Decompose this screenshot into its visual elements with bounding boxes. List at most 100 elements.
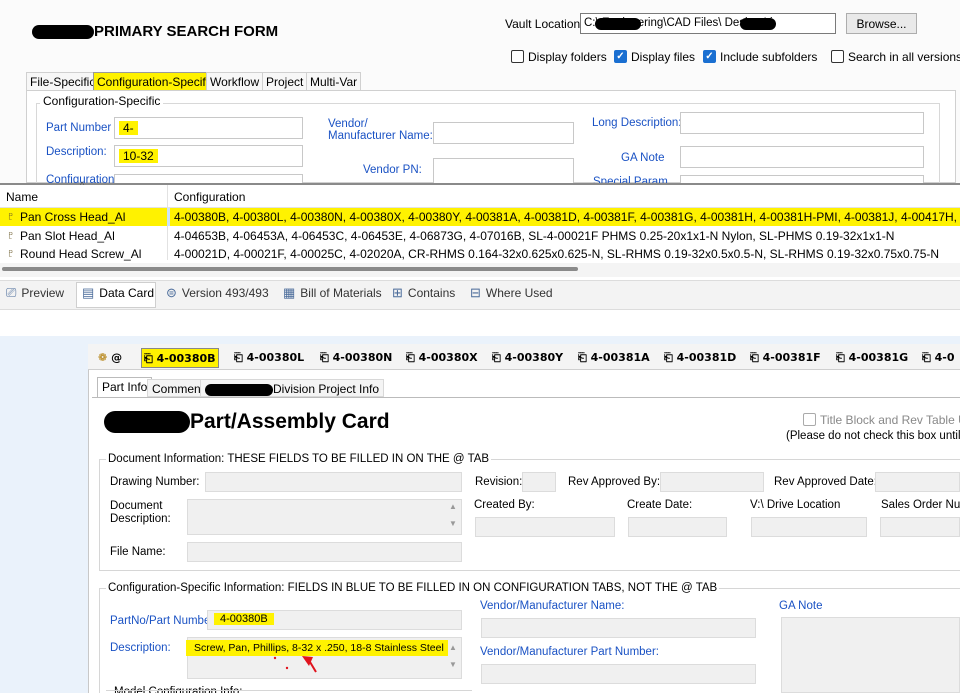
table-row[interactable]: ♇ Pan Slot Head_Al 4-04653B, 4-06453A, 4…: [0, 227, 960, 245]
config-icon: ⎗: [144, 352, 153, 365]
tab-config[interactable]: ⎗ 4-00380L: [232, 348, 306, 368]
card-title: Part/Assembly Card: [104, 410, 390, 434]
create-date-field[interactable]: [628, 517, 727, 537]
tab-label: 4-00381G: [848, 351, 909, 364]
tab-config[interactable]: ⎗ 4-00381D: [662, 348, 738, 368]
configuration-input[interactable]: [114, 174, 303, 183]
partno-label: PartNo/Part Number: [110, 615, 215, 627]
description-input[interactable]: 10-32: [114, 145, 303, 167]
card-ga-note-field[interactable]: [781, 617, 960, 693]
tab-division-project-info[interactable]: Division Project Info: [200, 379, 385, 397]
tab-config-active[interactable]: ⎗ 4-00380B: [141, 348, 219, 368]
tab-config[interactable]: ⎗ 4-00381F: [748, 348, 823, 368]
scroll-up-icon[interactable]: ▲: [449, 643, 457, 652]
tab-project[interactable]: Project: [262, 72, 308, 91]
vendor-label-line1: Vendor/: [328, 118, 368, 130]
tab-version[interactable]: ⊜ Version 493/493: [166, 285, 269, 305]
drawing-number-field[interactable]: [205, 472, 462, 492]
long-description-label: Long Description:: [592, 117, 682, 129]
long-description-input[interactable]: [680, 112, 924, 134]
tab-config-at[interactable]: ❁ @: [96, 348, 124, 368]
vendor-part-field[interactable]: [481, 664, 756, 684]
tab-contains[interactable]: ⊞ Contains: [392, 285, 455, 305]
search-all-versions-checkbox[interactable]: [831, 50, 844, 63]
tab-config[interactable]: ⎗ 4-00380Y: [490, 348, 565, 368]
vendor-pn-label: Vendor PN:: [363, 164, 422, 176]
drive-location-label: V:\ Drive Location: [750, 499, 841, 511]
sort-arrow-icon: ^: [80, 180, 85, 190]
tab-label: Contains: [407, 286, 456, 300]
config-icon: ⎗: [492, 351, 501, 364]
vendor-part-label: Vendor/Manufacturer Part Number:: [480, 646, 659, 658]
tab-data-card[interactable]: ▤ Data Card: [82, 285, 154, 305]
tab-where-used[interactable]: ⊟ Where Used: [470, 285, 553, 305]
description-label: Description:: [46, 146, 107, 158]
part-number-value: 4-: [119, 121, 138, 135]
tab-config[interactable]: ⎗ 4-00380N: [318, 348, 394, 368]
tab-label: Bill of Materials: [300, 286, 382, 300]
rev-approved-date-field[interactable]: [875, 472, 960, 492]
tab-label: Data Card: [99, 286, 154, 300]
special-input[interactable]: [680, 175, 924, 183]
vendor-name-input[interactable]: [433, 122, 574, 144]
tab-label: 4-00381A: [590, 351, 650, 364]
card-description-label: Description:: [110, 642, 171, 654]
ga-note-input[interactable]: [680, 146, 924, 168]
scrollbar-thumb[interactable]: [2, 267, 578, 271]
scroll-up-icon[interactable]: ▲: [449, 502, 457, 511]
tab-file-specific[interactable]: File-Specific: [26, 72, 100, 91]
partno-field[interactable]: 4-00380B: [207, 610, 462, 630]
table-row[interactable]: ♇ Round Head Screw_Al 4-00021D, 4-00021F…: [0, 245, 960, 261]
scroll-down-icon[interactable]: ▼: [449, 519, 457, 528]
card-ga-note-label: GA Note: [779, 600, 823, 612]
tab-part-info[interactable]: Part Info: [97, 377, 153, 397]
tab-config[interactable]: ⎗ 4-00381A: [576, 348, 652, 368]
at-config-icon: ❁: [98, 351, 108, 364]
redacted-block: [32, 25, 94, 40]
tab-configuration-specific[interactable]: Configuration-Specific: [93, 72, 219, 91]
card-description-field[interactable]: Screw, Pan, Phillips, 8-32 x .250, 18-8 …: [186, 637, 462, 679]
horizontal-scrollbar[interactable]: [0, 263, 960, 277]
revision-field[interactable]: [522, 472, 556, 492]
part-number-label: Part Number: [46, 122, 112, 134]
display-files-checkbox[interactable]: ✓: [614, 50, 627, 63]
display-files-label: Display files: [631, 50, 696, 64]
redacted-block: [104, 411, 190, 434]
contains-icon: ⊞: [392, 285, 403, 300]
title-block-checkbox[interactable]: [803, 413, 816, 426]
doc-description-label-1: Document: [110, 500, 163, 512]
sales-order-field[interactable]: [880, 517, 960, 537]
part-number-input[interactable]: 4-: [114, 117, 303, 139]
vendor-pn-input[interactable]: [433, 158, 574, 183]
column-configuration-header[interactable]: Configuration: [174, 190, 245, 204]
rev-approved-by-field[interactable]: [660, 472, 764, 492]
vault-location-field[interactable]: C:\ Engineering\CAD Files\ Design Li: [580, 13, 836, 34]
vendor-label-line2: Manufacturer Name:: [328, 130, 433, 142]
tab-workflow[interactable]: Workflow: [206, 72, 264, 91]
column-name-header[interactable]: Name: [6, 190, 38, 204]
vendor-name-field[interactable]: [481, 618, 756, 638]
special-label: Special Param: [593, 176, 668, 183]
drive-location-field[interactable]: [751, 517, 867, 537]
scroll-down-icon[interactable]: ▼: [449, 660, 457, 669]
partno-value: 4-00380B: [214, 613, 274, 625]
include-subfolders-checkbox[interactable]: ✓: [703, 50, 716, 63]
part-file-icon: ♇: [6, 209, 15, 223]
file-name-field[interactable]: [187, 542, 462, 562]
display-folders-checkbox[interactable]: [511, 50, 524, 63]
tab-bill-of-materials[interactable]: ▦ Bill of Materials: [283, 285, 382, 305]
doc-description-field[interactable]: [187, 499, 462, 535]
config-icon: ⎗: [234, 351, 243, 364]
tab-label: Division Project Info: [273, 382, 380, 396]
table-row[interactable]: ♇ Pan Cross Head_Al 4-00380B, 4-00380L, …: [0, 208, 960, 226]
tab-config[interactable]: ⎗ 4-00380X: [404, 348, 480, 368]
config-icon: ⎗: [406, 351, 415, 364]
tab-multi-var[interactable]: Multi-Var: [306, 72, 362, 91]
tab-config[interactable]: ⎗ 4-0: [920, 348, 957, 368]
version-icon: ⊜: [166, 285, 177, 300]
tab-preview[interactable]: ⎚ Preview: [6, 285, 64, 305]
tab-config[interactable]: ⎗ 4-00381G: [834, 348, 910, 368]
browse-button[interactable]: Browse...: [846, 13, 917, 34]
created-by-field[interactable]: [475, 517, 615, 537]
config-icon: ⎗: [750, 351, 759, 364]
